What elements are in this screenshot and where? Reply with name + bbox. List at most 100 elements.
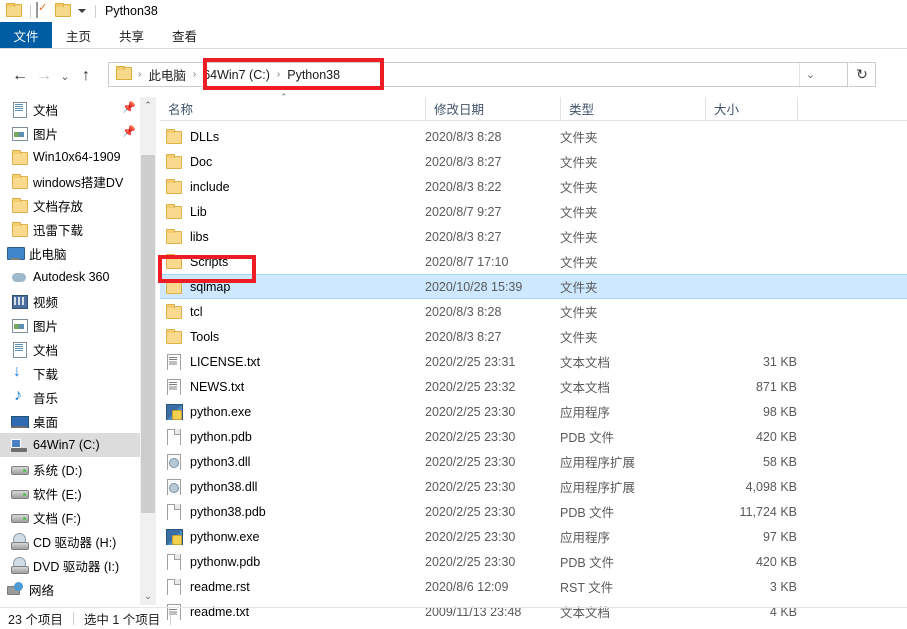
sidebar-item-this-pc[interactable]: 此电脑 <box>0 241 140 265</box>
address-folder-icon <box>116 66 133 83</box>
file-date: 2020/8/3 8:27 <box>425 229 502 244</box>
table-row[interactable]: pythonw.exe 2020/2/25 23:30 应用程序 97 KB <box>160 524 907 549</box>
sidebar-item-music[interactable]: 音乐 <box>0 385 140 409</box>
sidebar-item-pictures-pinned[interactable]: 图片 📌 <box>0 121 140 145</box>
table-row[interactable]: Doc 2020/8/3 8:27 文件夹 <box>160 149 907 174</box>
navigation-pane[interactable]: 文档 📌 图片 📌 Win10x64-1909 windows搭建DV 文档存放… <box>0 97 140 605</box>
sidebar-item-network[interactable]: 网络 <box>0 577 140 601</box>
column-header-name[interactable]: 名称 ⌃ <box>160 92 425 121</box>
column-header-date[interactable]: 修改日期 <box>425 96 560 121</box>
network-icon <box>6 581 24 597</box>
sidebar-item-xunlei-downloads[interactable]: 迅雷下载 <box>0 217 140 241</box>
sidebar-item-cd-drive-h[interactable]: CD 驱动器 (H:) <box>0 529 140 553</box>
sidebar-scrollbar[interactable]: ⌃ ⌄ <box>140 97 156 605</box>
tab-file[interactable]: 文件 <box>0 22 52 48</box>
scrollbar-thumb[interactable] <box>141 155 155 513</box>
file-type: 文件夹 <box>560 131 598 145</box>
recent-locations-button[interactable]: ⌄ <box>56 64 74 88</box>
table-row[interactable]: NEWS.txt 2020/2/25 23:32 文本文档 871 KB <box>160 374 907 399</box>
file-date: 2020/2/25 23:32 <box>425 379 516 394</box>
address-dropdown-icon[interactable]: ⌄ <box>799 63 821 86</box>
table-row[interactable]: Tools 2020/8/3 8:27 文件夹 <box>160 324 907 349</box>
table-row[interactable]: python.exe 2020/2/25 23:30 应用程序 98 KB <box>160 399 907 424</box>
file-type: 应用程序 <box>560 406 611 420</box>
blank-file-icon <box>164 428 184 445</box>
table-row[interactable]: pythonw.pdb 2020/2/25 23:30 PDB 文件 420 K… <box>160 549 907 574</box>
sidebar-item-label: 文档 (F:) <box>33 511 81 526</box>
file-date: 2020/2/25 23:30 <box>425 479 516 494</box>
sidebar-item-windows-build[interactable]: windows搭建DV <box>0 169 140 193</box>
quick-access-folder-icon[interactable] <box>6 3 23 20</box>
table-row[interactable]: DLLs 2020/8/3 8:28 文件夹 <box>160 124 907 149</box>
column-header-type[interactable]: 类型 <box>560 96 705 121</box>
file-name-cell: python3.dll <box>160 453 425 470</box>
table-row[interactable]: python38.pdb 2020/2/25 23:30 PDB 文件 11,7… <box>160 499 907 524</box>
sidebar-item-documents[interactable]: 文档 <box>0 337 140 361</box>
file-name-cell: Lib <box>160 203 425 220</box>
sidebar-item-pictures[interactable]: 图片 <box>0 313 140 337</box>
file-name: DLLs <box>190 129 220 144</box>
sidebar-item-label: DVD 驱动器 (I:) <box>33 559 120 574</box>
breadcrumb-this-pc[interactable]: 此电脑 <box>144 65 190 84</box>
table-row[interactable]: python3.dll 2020/2/25 23:30 应用程序扩展 58 KB <box>160 449 907 474</box>
desktop-icon <box>10 413 29 429</box>
back-button[interactable]: ← <box>8 64 32 88</box>
file-name: sqlmap <box>190 279 231 294</box>
file-name: python.exe <box>190 404 252 419</box>
table-row[interactable]: LICENSE.txt 2020/2/25 23:31 文本文档 31 KB <box>160 349 907 374</box>
music-icon <box>10 387 28 405</box>
breadcrumb-python38[interactable]: Python38 <box>283 68 344 82</box>
properties-icon[interactable] <box>36 1 53 20</box>
sidebar-item-documents-pinned[interactable]: 文档 📌 <box>0 97 140 121</box>
up-button[interactable]: ↑ <box>74 64 98 88</box>
table-row-selected[interactable]: sqlmap 2020/10/28 15:39 文件夹 <box>160 274 907 299</box>
file-type: 文件夹 <box>560 231 598 245</box>
file-type: 文件夹 <box>560 206 598 220</box>
table-row[interactable]: Scripts 2020/8/7 17:10 文件夹 <box>160 249 907 274</box>
tab-view[interactable]: 查看 <box>158 22 211 48</box>
table-row[interactable]: tcl 2020/8/3 8:28 文件夹 <box>160 299 907 324</box>
scroll-up-icon[interactable]: ⌃ <box>140 97 156 114</box>
file-date: 2020/2/25 23:30 <box>425 529 516 544</box>
breadcrumb-drive-c[interactable]: 64Win7 (C:) <box>199 68 274 82</box>
sidebar-item-drive-f[interactable]: 文档 (F:) <box>0 505 140 529</box>
tab-share[interactable]: 共享 <box>105 22 158 48</box>
customize-dropdown-icon[interactable] <box>78 9 86 13</box>
sidebar-item-downloads[interactable]: 下载 <box>0 361 140 385</box>
column-label: 名称 <box>168 103 194 117</box>
sidebar-item-drive-e[interactable]: 软件 (E:) <box>0 481 140 505</box>
sidebar-item-autodesk-360[interactable]: Autodesk 360 <box>0 265 140 289</box>
address-bar[interactable]: › 此电脑 › 64Win7 (C:) › Python38 ⌄ <box>108 62 848 87</box>
sidebar-item-dvd-drive-i[interactable]: DVD 驱动器 (I:) <box>0 553 140 577</box>
table-row[interactable]: readme.rst 2020/8/6 12:09 RST 文件 3 KB <box>160 574 907 599</box>
scroll-down-icon[interactable]: ⌄ <box>140 588 156 605</box>
sidebar-item-desktop[interactable]: 桌面 <box>0 409 140 433</box>
sidebar-item-label: 音乐 <box>33 391 59 406</box>
sidebar-item-label: 文档 <box>33 343 59 358</box>
sidebar-item-win10x64[interactable]: Win10x64-1909 <box>0 145 140 169</box>
new-folder-icon[interactable] <box>55 3 72 20</box>
file-date: 2020/8/3 8:28 <box>425 129 502 144</box>
tab-home[interactable]: 主页 <box>52 22 105 48</box>
column-header-size[interactable]: 大小 <box>705 96 797 121</box>
file-type: 文件夹 <box>560 181 598 195</box>
title-bar: Python38 <box>0 0 907 22</box>
file-list[interactable]: DLLs 2020/8/3 8:28 文件夹 Doc 2020/8/3 8:27… <box>160 124 907 620</box>
table-row[interactable]: python38.dll 2020/2/25 23:30 应用程序扩展 4,09… <box>160 474 907 499</box>
folder-icon <box>164 178 184 195</box>
column-header-extra[interactable] <box>797 96 857 121</box>
refresh-button[interactable]: ↻ <box>849 62 876 87</box>
file-name: Scripts <box>190 254 229 269</box>
table-row[interactable]: libs 2020/8/3 8:27 文件夹 <box>160 224 907 249</box>
sidebar-item-videos[interactable]: 视频 <box>0 289 140 313</box>
forward-button[interactable]: → <box>32 64 56 88</box>
table-row[interactable]: Lib 2020/8/7 9:27 文件夹 <box>160 199 907 224</box>
sidebar-item-doc-storage[interactable]: 文档存放 <box>0 193 140 217</box>
table-row[interactable]: python.pdb 2020/2/25 23:30 PDB 文件 420 KB <box>160 424 907 449</box>
table-row[interactable]: include 2020/8/3 8:22 文件夹 <box>160 174 907 199</box>
file-date: 2020/2/25 23:31 <box>425 354 516 369</box>
file-type: PDB 文件 <box>560 506 615 520</box>
dll-file-icon <box>164 478 184 495</box>
sidebar-item-drive-d[interactable]: 系统 (D:) <box>0 457 140 481</box>
sidebar-item-drive-c[interactable]: 64Win7 (C:) <box>0 433 140 457</box>
